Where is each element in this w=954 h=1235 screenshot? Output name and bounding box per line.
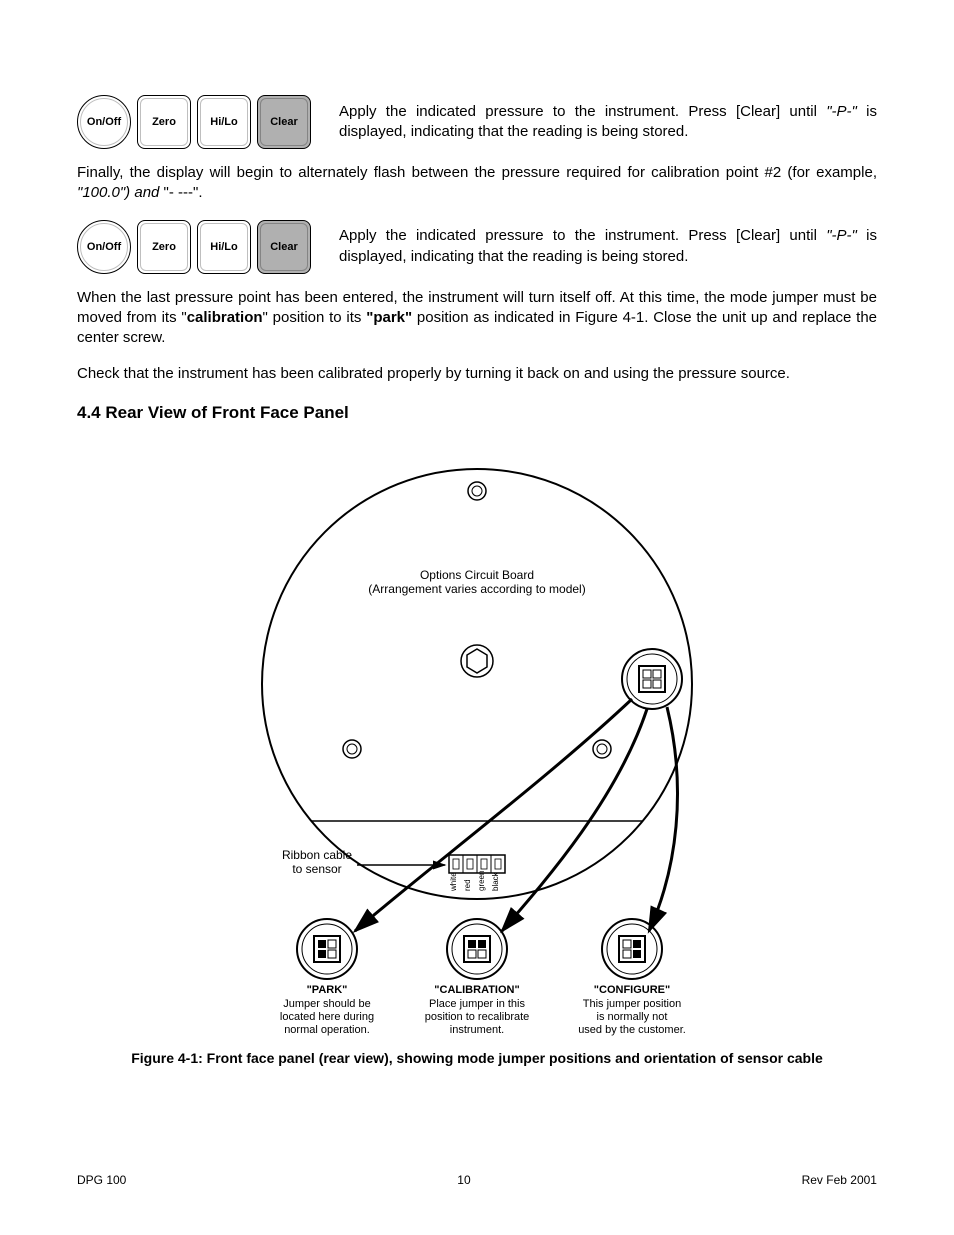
hilo-label: Hi/Lo [210, 116, 238, 128]
clear-label: Clear [270, 116, 298, 128]
zero-button: Zero [137, 220, 191, 274]
check-para: Check that the instrument has been calib… [77, 364, 877, 384]
apply-pressure-text-2: Apply the indicated pressure to the inst… [339, 226, 877, 267]
page: On/Off Zero Hi/Lo Clear Apply the indica… [0, 0, 954, 1235]
onoff-button: On/Off [77, 95, 131, 149]
section-heading: 4.4 Rear View of Front Face Panel [77, 403, 877, 423]
button-row-2: On/Off Zero Hi/Lo Clear Apply the indica… [77, 220, 877, 274]
finally-para: Finally, the display will begin to alter… [77, 163, 877, 204]
bold: "park" [366, 309, 412, 326]
cal-l1: Place jumper in this [429, 998, 525, 1010]
configure-option [602, 919, 662, 979]
button-group: On/Off Zero Hi/Lo Clear [77, 220, 311, 274]
hilo-button: Hi/Lo [197, 95, 251, 149]
hilo-button: Hi/Lo [197, 220, 251, 274]
panel-diagram-svg: Options Circuit Board (Arrangement varie… [77, 429, 877, 1039]
screw-right [593, 740, 611, 758]
apply-pressure-text-1: Apply the indicated pressure to the inst… [339, 102, 877, 143]
figure-caption: Figure 4-1: Front face panel (rear view)… [77, 1050, 877, 1066]
sensor-connector [449, 855, 505, 873]
conf-l2: is normally not [597, 1011, 668, 1023]
txt: Apply the indicated pressure to the inst… [339, 227, 826, 244]
txt: " position to its [263, 309, 367, 326]
park-option [297, 919, 357, 979]
footer-right: Rev Feb 2001 [802, 1173, 877, 1187]
bold: calibration [187, 309, 263, 326]
clear-button: Clear [257, 95, 311, 149]
onoff-button: On/Off [77, 220, 131, 274]
center-hex [461, 645, 493, 677]
button-group: On/Off Zero Hi/Lo Clear [77, 95, 311, 149]
footer-center: 10 [457, 1173, 470, 1187]
park-l1: Jumper should be [283, 998, 370, 1010]
conf-l1: This jumper position [583, 998, 681, 1010]
txt: "- ---". [164, 184, 203, 201]
footer-left: DPG 100 [77, 1173, 126, 1187]
figure-4-1: Options Circuit Board (Arrangement varie… [77, 429, 877, 1066]
cal-title: "CALIBRATION" [434, 984, 519, 996]
p-italic: "-P-" [826, 103, 857, 120]
clear-label: Clear [270, 241, 298, 253]
ribbon-label-1: Ribbon cable [282, 848, 352, 862]
arrow-to-park [355, 699, 632, 931]
conf-l3: used by the customer. [578, 1024, 686, 1036]
onoff-label: On/Off [87, 116, 121, 128]
options-board-label-2: (Arrangement varies according to model) [368, 582, 585, 596]
onoff-label: On/Off [87, 241, 121, 253]
park-l3: normal operation. [284, 1024, 370, 1036]
screw-top [468, 482, 486, 500]
park-l2: located here during [280, 1011, 374, 1023]
cal-l3: instrument. [450, 1024, 504, 1036]
screw-left [343, 740, 361, 758]
pin-green: green [477, 870, 486, 890]
calibration-option [447, 919, 507, 979]
zero-label: Zero [152, 116, 176, 128]
ribbon-label-2: to sensor [292, 862, 341, 876]
italic: "100.0") and [77, 184, 164, 201]
conf-title: "CONFIGURE" [594, 984, 670, 996]
txt: Apply the indicated pressure to the inst… [339, 103, 826, 120]
cal-l2: position to recalibrate [425, 1011, 530, 1023]
button-row-1: On/Off Zero Hi/Lo Clear Apply the indica… [77, 95, 877, 149]
hilo-label: Hi/Lo [210, 241, 238, 253]
pin-red: red [463, 879, 472, 891]
park-title: "PARK" [307, 984, 348, 996]
arrow-to-calibration [502, 709, 647, 931]
pin-black: black [491, 871, 500, 891]
when-last-para: When the last pressure point has been en… [77, 288, 877, 349]
arrow-to-configure [649, 707, 677, 931]
txt: Finally, the display will begin to alter… [77, 164, 877, 181]
options-board-label-1: Options Circuit Board [420, 568, 534, 582]
zero-label: Zero [152, 241, 176, 253]
page-footer: DPG 100 10 Rev Feb 2001 [77, 1173, 877, 1187]
zero-button: Zero [137, 95, 191, 149]
p-italic: "-P-" [826, 227, 857, 244]
clear-button: Clear [257, 220, 311, 274]
pin-white: white [449, 871, 458, 891]
